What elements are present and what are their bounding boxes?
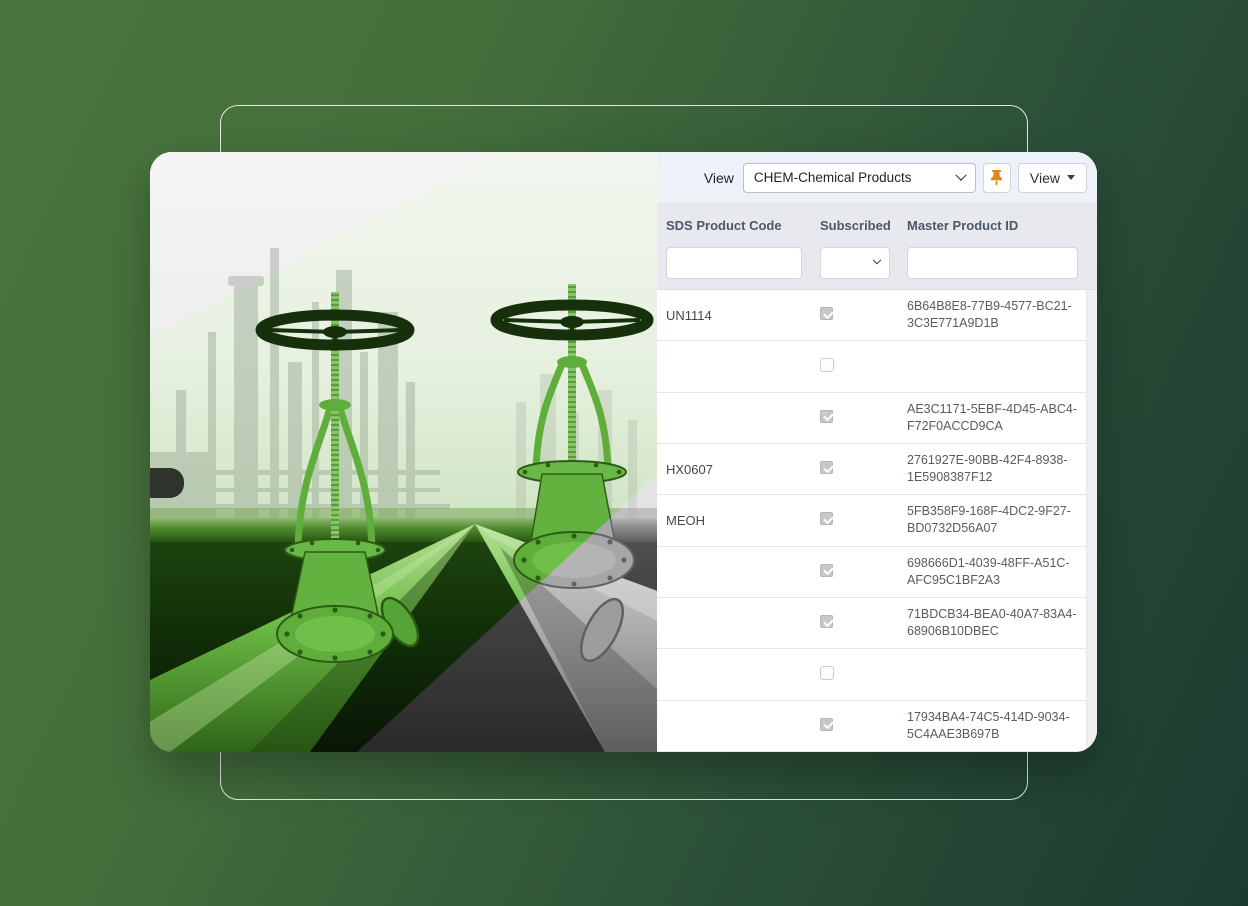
cell-subscribed — [820, 461, 907, 477]
view-label: View — [704, 170, 734, 186]
cell-subscribed — [820, 615, 907, 631]
cell-sds-product-code: UN1114 — [666, 308, 820, 323]
cell-subscribed — [820, 410, 907, 426]
table-header: SDS Product Code Subscribed Master Produ… — [657, 203, 1097, 290]
chevron-down-icon — [873, 256, 881, 264]
subscribed-checkbox[interactable] — [820, 358, 834, 372]
subscribed-checkbox[interactable] — [820, 666, 834, 680]
cell-subscribed — [820, 718, 907, 734]
table-row[interactable] — [657, 649, 1086, 700]
view-menu-button[interactable]: View — [1018, 163, 1087, 193]
cell-master-product-id: 6B64B8E8-77B9-4577-BC21-3C3E771A9D1B — [907, 298, 1078, 332]
industrial-pipelines-image — [150, 152, 657, 752]
caret-down-icon — [1067, 175, 1075, 180]
column-header-master-product-id: Master Product ID — [907, 218, 1078, 233]
table-row[interactable]: 71BDCB34-BEA0-40A7-83A4-68906B10DBEC — [657, 598, 1086, 649]
cell-subscribed — [820, 512, 907, 528]
page-background: View CHEM-Chemical Products View SD — [0, 0, 1248, 906]
subscribed-checkbox[interactable] — [820, 307, 833, 320]
subscribed-checkbox[interactable] — [820, 718, 833, 731]
table-body: UN1114 6B64B8E8-77B9-4577-BC21-3C3E771A9… — [657, 290, 1097, 752]
chevron-down-icon — [955, 169, 966, 180]
subscribed-checkbox[interactable] — [820, 410, 833, 423]
cell-master-product-id: 71BDCB34-BEA0-40A7-83A4-68906B10DBEC — [907, 606, 1078, 640]
cell-subscribed — [820, 307, 907, 323]
cell-master-product-id: 698666D1-4039-48FF-A51C-AFC95C1BF2A3 — [907, 555, 1078, 589]
app-window: View CHEM-Chemical Products View SD — [150, 152, 1097, 752]
cell-subscribed — [820, 564, 907, 580]
cell-sds-product-code: HX0607 — [666, 462, 820, 477]
cell-master-product-id: 2761927E-90BB-42F4-8938-1E5908387F12 — [907, 452, 1078, 486]
table-row[interactable]: 698666D1-4039-48FF-A51C-AFC95C1BF2A3 — [657, 547, 1086, 598]
cell-subscribed — [820, 666, 907, 683]
subscribed-filter-select[interactable] — [820, 247, 890, 279]
products-panel: View CHEM-Chemical Products View SD — [657, 152, 1097, 752]
column-header-sds-product-code: SDS Product Code — [666, 218, 820, 233]
table-row[interactable]: AE3C1171-5EBF-4D45-ABC4-F72F0ACCD9CA — [657, 393, 1086, 444]
cell-sds-product-code: MEOH — [666, 513, 820, 528]
subscribed-checkbox[interactable] — [820, 615, 833, 628]
toolbar: View CHEM-Chemical Products View — [657, 152, 1097, 203]
table-row[interactable]: MEOH 5FB358F9-168F-4DC2-9F27-BD0732D56A0… — [657, 495, 1086, 546]
view-select[interactable]: CHEM-Chemical Products — [743, 163, 976, 193]
view-menu-button-label: View — [1030, 170, 1060, 186]
cell-subscribed — [820, 358, 907, 375]
table-row[interactable]: 17934BA4-74C5-414D-9034-5C4AAE3B697B — [657, 701, 1086, 752]
subscribed-checkbox[interactable] — [820, 512, 833, 525]
pin-button[interactable] — [983, 163, 1011, 193]
column-header-subscribed: Subscribed — [820, 218, 907, 233]
cell-master-product-id: 5FB358F9-168F-4DC2-9F27-BD0732D56A07 — [907, 503, 1078, 537]
master-product-id-filter-input[interactable] — [907, 247, 1078, 279]
vertical-scrollbar[interactable] — [1086, 290, 1097, 752]
cell-master-product-id: AE3C1171-5EBF-4D45-ABC4-F72F0ACCD9CA — [907, 401, 1078, 435]
sds-product-code-filter-input[interactable] — [666, 247, 802, 279]
table-row[interactable] — [657, 341, 1086, 392]
subscribed-checkbox[interactable] — [820, 564, 833, 577]
table-row[interactable]: UN1114 6B64B8E8-77B9-4577-BC21-3C3E771A9… — [657, 290, 1086, 341]
pushpin-icon — [990, 170, 1003, 185]
subscribed-checkbox[interactable] — [820, 461, 833, 474]
table-row[interactable]: HX0607 2761927E-90BB-42F4-8938-1E5908387… — [657, 444, 1086, 495]
view-select-value: CHEM-Chemical Products — [754, 170, 912, 185]
cell-master-product-id: 17934BA4-74C5-414D-9034-5C4AAE3B697B — [907, 709, 1078, 743]
